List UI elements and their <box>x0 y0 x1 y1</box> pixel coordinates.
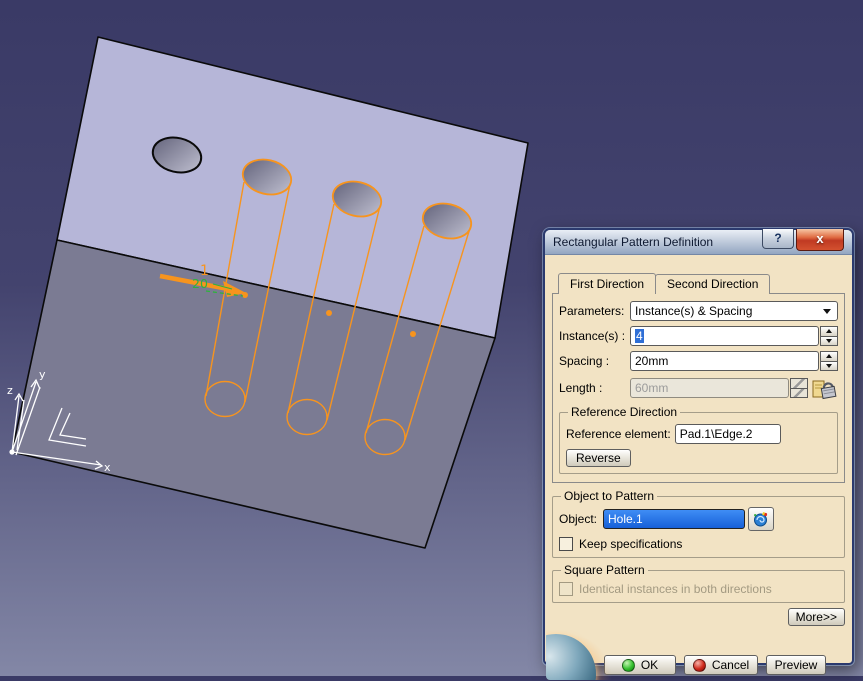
chevron-down-icon <box>823 309 831 314</box>
dialog-action-buttons: OK Cancel Preview <box>604 655 826 675</box>
rectangular-pattern-dialog: Rectangular Pattern Definition ? x First… <box>543 228 854 665</box>
reference-element-row: Reference element: Pad.1\Edge.2 <box>566 424 831 444</box>
first-direction-pane: Parameters: Instance(s) & Spacing Instan… <box>552 293 845 483</box>
identical-instances-checkbox <box>559 582 573 596</box>
ok-green-sphere-icon <box>622 659 635 672</box>
reference-element-value: Pad.1\Edge.2 <box>680 427 753 441</box>
axis-z-label: z <box>7 384 13 397</box>
parameters-label: Parameters: <box>559 304 630 318</box>
preview-label: Preview <box>775 658 818 672</box>
keep-specifications-label: Keep specifications <box>579 537 682 551</box>
ok-label: OK <box>641 658 658 672</box>
tab-first-direction[interactable]: First Direction <box>558 273 656 294</box>
length-value: 60mm <box>635 381 668 395</box>
caption-buttons: ? x <box>762 229 844 251</box>
keep-specifications-row: Keep specifications <box>559 537 838 551</box>
stepper-down-icon <box>820 361 838 372</box>
dialog-title: Rectangular Pattern Definition <box>553 235 713 249</box>
instances-value: 4 <box>635 329 644 343</box>
object-value: Hole.1 <box>608 512 643 526</box>
help-button[interactable]: ? <box>762 229 794 249</box>
spacing-dimension-value: 20 <box>192 276 208 291</box>
length-label: Length : <box>559 381 630 395</box>
selection-swirl-icon <box>752 511 770 527</box>
spacing-value: 20mm <box>635 354 668 368</box>
square-pattern-title: Square Pattern <box>561 563 648 577</box>
object-to-pattern-group: Object to Pattern Object: Hole.1 <box>552 489 845 558</box>
ok-button[interactable]: OK <box>604 655 676 675</box>
reference-direction-group: Reference Direction Reference element: P… <box>559 405 838 474</box>
preview-button[interactable]: Preview <box>766 655 826 675</box>
length-row: Length : 60mm <box>559 376 838 400</box>
instances-input[interactable]: 4 <box>630 326 819 346</box>
length-stepper <box>790 378 808 398</box>
cancel-red-sphere-icon <box>693 659 706 672</box>
multi-selection-button[interactable] <box>748 507 774 531</box>
object-row: Object: Hole.1 <box>559 507 838 531</box>
parameters-value: Instance(s) & Spacing <box>635 304 752 318</box>
formula-lock-button[interactable] <box>811 376 838 400</box>
more-button[interactable]: More>> <box>788 608 845 626</box>
parameters-row: Parameters: Instance(s) & Spacing <box>559 301 838 321</box>
axis-origin-point[interactable] <box>9 449 14 454</box>
object-to-pattern-title: Object to Pattern <box>561 489 657 503</box>
spacing-stepper[interactable] <box>820 351 838 371</box>
identical-instances-row: Identical instances in both directions <box>559 582 838 596</box>
dialog-titlebar[interactable]: Rectangular Pattern Definition ? x <box>545 230 852 255</box>
reference-element-label: Reference element: <box>566 427 671 441</box>
close-button[interactable]: x <box>796 229 844 251</box>
axis-x-label: x <box>104 461 111 474</box>
object-label: Object: <box>559 512 603 526</box>
direction-tabs: First Direction Second Direction <box>558 273 845 294</box>
reference-direction-title: Reference Direction <box>568 405 680 419</box>
globe-icon <box>546 634 596 680</box>
identical-instances-label: Identical instances in both directions <box>579 582 772 596</box>
instances-label: Instance(s) : <box>559 329 630 343</box>
square-pattern-group: Square Pattern Identical instances in bo… <box>552 563 845 603</box>
cancel-button[interactable]: Cancel <box>684 655 758 675</box>
axis-y-label: y <box>39 368 46 381</box>
instances-stepper[interactable] <box>820 326 838 346</box>
keep-specifications-checkbox[interactable] <box>559 537 573 551</box>
lock-icon <box>811 376 838 400</box>
stepper-down-icon <box>820 336 838 347</box>
parameters-dropdown[interactable]: Instance(s) & Spacing <box>630 301 838 321</box>
dialog-content: First Direction Second Direction Paramet… <box>545 273 852 681</box>
length-input: 60mm <box>630 378 789 398</box>
spacing-input[interactable]: 20mm <box>630 351 819 371</box>
tab-second-direction[interactable]: Second Direction <box>655 274 770 294</box>
object-input[interactable]: Hole.1 <box>603 509 745 529</box>
instances-row: Instance(s) : 4 <box>559 326 838 346</box>
reference-element-input[interactable]: Pad.1\Edge.2 <box>675 424 781 444</box>
spacing-row: Spacing : 20mm <box>559 351 838 371</box>
cancel-label: Cancel <box>712 658 749 672</box>
spacing-label: Spacing : <box>559 354 630 368</box>
reverse-button[interactable]: Reverse <box>566 449 631 467</box>
catia-viewport: 1 20 z y x Rectangular <box>0 0 863 676</box>
